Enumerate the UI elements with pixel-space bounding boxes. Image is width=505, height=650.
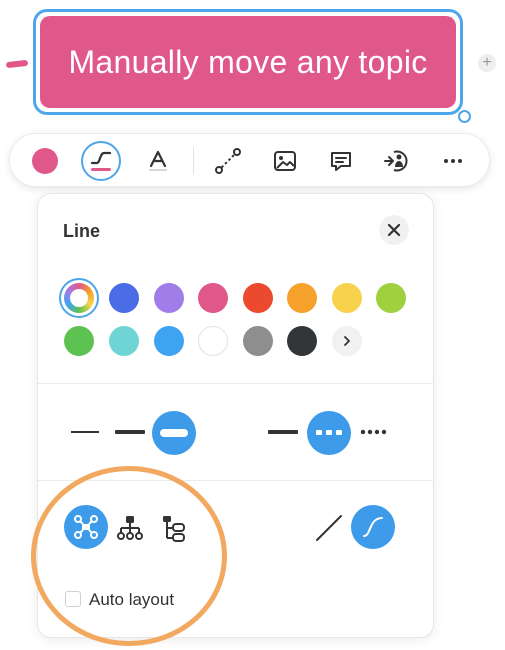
comment-icon [331,152,351,171]
color-swatch-orange[interactable] [287,283,317,313]
panel-divider [38,383,433,384]
color-swatch-pink[interactable] [198,283,228,313]
thickness-thin-option[interactable] [70,420,102,444]
line-curved-option[interactable] [350,504,396,550]
add-subtopic-icon[interactable]: + [478,54,496,72]
dash-dotted-option[interactable] [357,420,391,444]
curved-line-icon [363,517,383,537]
line-thin-icon [71,431,99,433]
topic-text: Manually move any topic [68,43,428,80]
topic-resize-handle[interactable] [458,110,471,123]
more-colors-button[interactable] [332,326,362,356]
text-format-button[interactable] [143,134,173,188]
color-swatch-green[interactable] [64,326,94,356]
line-dashed-icon [316,430,342,435]
line-medium-icon [115,430,145,434]
straight-line-icon [316,515,342,541]
link-icon [384,150,408,172]
annotation-highlight-circle [31,466,227,646]
color-swatch-teal[interactable] [109,326,139,356]
dash-dashed-option[interactable] [306,410,352,456]
color-swatch-red[interactable] [243,283,273,313]
more-icon [444,159,462,163]
chevron-right-icon [344,336,350,346]
close-button[interactable] [379,215,409,245]
color-swatch-blue[interactable] [109,283,139,313]
line-straight-option[interactable] [313,512,345,544]
more-button[interactable] [436,134,470,188]
toolbar-divider [193,147,194,175]
line-thick-icon [160,429,188,437]
color-swatch-purple[interactable] [154,283,184,313]
topic-color-button[interactable] [30,134,60,188]
text-format-icon [149,150,167,171]
custom-color-picker[interactable] [64,283,94,313]
color-swatch-white[interactable] [198,326,228,356]
close-icon [387,223,401,237]
color-swatch-sky[interactable] [154,326,184,356]
line-curve-icon [90,151,112,171]
color-swatch-gray[interactable] [243,326,273,356]
image-icon [274,151,296,171]
line-solid-icon [268,430,298,434]
color-swatch-lime[interactable] [376,283,406,313]
image-button[interactable] [268,134,302,188]
floating-toolbar [9,133,490,187]
line-style-button[interactable] [79,134,123,188]
thickness-thick-option[interactable] [151,410,197,456]
dash-solid-option[interactable] [267,420,301,444]
line-dotted-icon [360,429,387,435]
relationship-icon [215,148,241,174]
link-button[interactable] [380,134,414,188]
relationship-button[interactable] [211,134,245,188]
color-dot-icon [32,148,58,174]
thickness-medium-option[interactable] [114,420,148,444]
panel-title: Line [63,221,101,241]
color-swatch-yellow[interactable] [332,283,362,313]
color-swatch-black[interactable] [287,326,317,356]
comment-button[interactable] [324,134,358,188]
topic-node[interactable]: Manually move any topic [40,16,456,108]
topic-connector-line [5,59,29,69]
